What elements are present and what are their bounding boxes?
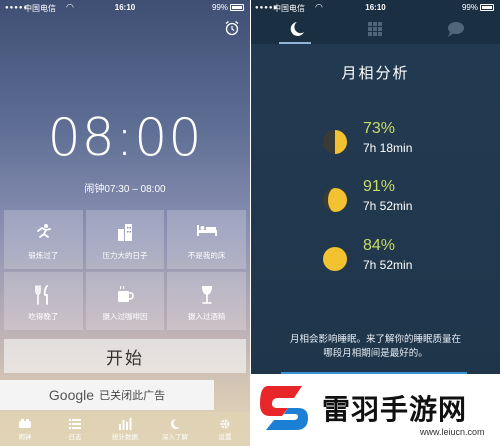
- moon-analysis-title: 月相分析: [341, 65, 410, 82]
- status-bar: ●●●●● 中国电信 ◠ 16:10 99%: [0, 0, 250, 16]
- phase-percent: 73%: [363, 120, 396, 137]
- tab-label: 闹钟: [18, 434, 32, 441]
- tile-label: 压力大的日子: [102, 250, 148, 260]
- bar-chart-icon: [119, 418, 132, 430]
- tile-label: 不是我的床: [187, 250, 226, 260]
- description-line: 月相会影响睡眠。来了解你的睡眠质量在: [289, 334, 461, 345]
- watermark-url: www.leiucn.com: [420, 427, 485, 437]
- moon-icon: [171, 419, 180, 429]
- tab-journal[interactable]: 日志: [50, 412, 100, 446]
- start-button[interactable]: 开始: [4, 339, 246, 373]
- google-logo: Google: [48, 387, 95, 403]
- tile-alcohol[interactable]: 摄入过酒精: [167, 271, 246, 330]
- ad-closed-text: 已关闭此广告: [99, 390, 166, 402]
- tile-label: 锻炼过了: [28, 250, 59, 260]
- alarm-clock-time[interactable]: 08:00: [0, 108, 250, 168]
- grid-tab-icon[interactable]: [365, 20, 385, 38]
- moon-phase-row: 84% 7h 52min: [251, 237, 500, 283]
- battery-icon: [230, 4, 244, 11]
- moon-description: 月相会影响睡眠。来了解你的睡眠质量在 哪段月相期间是最好的。: [271, 333, 480, 361]
- coffee-cup-icon: [117, 285, 134, 302]
- description-line: 哪段月相期间是最好的。: [323, 348, 428, 359]
- phase-percent: 91%: [363, 178, 396, 195]
- bed-icon: [196, 225, 217, 236]
- phase-duration: 7h 52min: [363, 258, 413, 272]
- tab-label: 设置: [218, 434, 232, 441]
- tile-exercised[interactable]: 锻炼过了: [4, 210, 83, 269]
- active-tab-indicator: [279, 42, 311, 44]
- phase-percent: 84%: [363, 237, 396, 254]
- tile-label: 摄入过酒精: [187, 312, 226, 321]
- alarm-clock-icon[interactable]: [224, 20, 240, 36]
- full-moon-icon: [323, 247, 347, 271]
- bottom-tab-bar: 闹钟 日志 统计数据 深入了解 设置: [0, 412, 250, 446]
- tab-alarm[interactable]: 闹钟: [0, 412, 50, 446]
- status-right: 99%: [462, 3, 494, 12]
- tab-statistics[interactable]: 统计数据: [100, 412, 150, 446]
- phase-duration: 7h 52min: [363, 199, 413, 213]
- tile-ate-late[interactable]: 吃得晚了: [4, 271, 83, 330]
- watermark-logo-icon: [260, 386, 308, 430]
- moon-phase-row: 91% 7h 52min: [251, 178, 500, 224]
- tile-not-my-bed[interactable]: 不是我的床: [167, 210, 246, 269]
- tab-label: 统计数据: [112, 434, 138, 441]
- alarm-range-text: 闹钟07:30 – 08:00: [84, 184, 166, 195]
- ad-closed-banner: Google 已关闭此广告: [0, 380, 214, 410]
- first-quarter-moon-icon: [323, 130, 347, 154]
- running-icon: [37, 224, 52, 238]
- tab-settings[interactable]: 设置: [200, 412, 250, 446]
- status-right: 99%: [212, 3, 244, 12]
- moon-phase-row: 73% 7h 18min: [251, 120, 500, 166]
- battery-icon: [480, 4, 494, 11]
- tab-insights[interactable]: 深入了解: [150, 412, 200, 446]
- site-watermark: 雷羽手游网 www.leiucn.com: [250, 374, 500, 446]
- moon-tab-icon[interactable]: [287, 20, 307, 38]
- fork-knife-icon: [35, 284, 49, 305]
- chat-bubble-tab-icon[interactable]: [445, 20, 465, 38]
- status-bar: ●●●●● 中国电信 ◠ 16:10 99%: [251, 0, 500, 16]
- tile-stressful-day[interactable]: 压力大的日子: [85, 210, 165, 269]
- tile-caffeine[interactable]: 摄入过咖啡因: [85, 271, 165, 330]
- tab-label: 深入了解: [162, 434, 188, 441]
- left-phone-screen: ●●●●● 中国电信 ◠ 16:10 99% 08:00 闹钟07:30 – 0…: [0, 0, 250, 446]
- tab-label: 日志: [68, 434, 82, 441]
- battery-percent: 99%: [211, 3, 228, 12]
- tile-label: 吃得晚了: [28, 312, 59, 321]
- tile-label: 摄入过咖啡因: [102, 312, 148, 321]
- phase-duration: 7h 18min: [363, 141, 413, 155]
- watermark-site-name: 雷羽手游网: [322, 393, 468, 426]
- waxing-gibbous-moon-icon: [323, 188, 347, 212]
- alarm-tab-icon: [19, 419, 31, 428]
- wine-glass-icon: [201, 285, 212, 304]
- gear-icon: [220, 419, 230, 429]
- buildings-icon: [117, 224, 132, 241]
- sleep-notes-grid: 锻炼过了 压力大的日子 不是我的床 吃得晚了 摄入过咖啡因 摄入过酒精: [4, 210, 246, 330]
- list-icon: [69, 419, 81, 429]
- battery-percent: 99%: [461, 3, 478, 12]
